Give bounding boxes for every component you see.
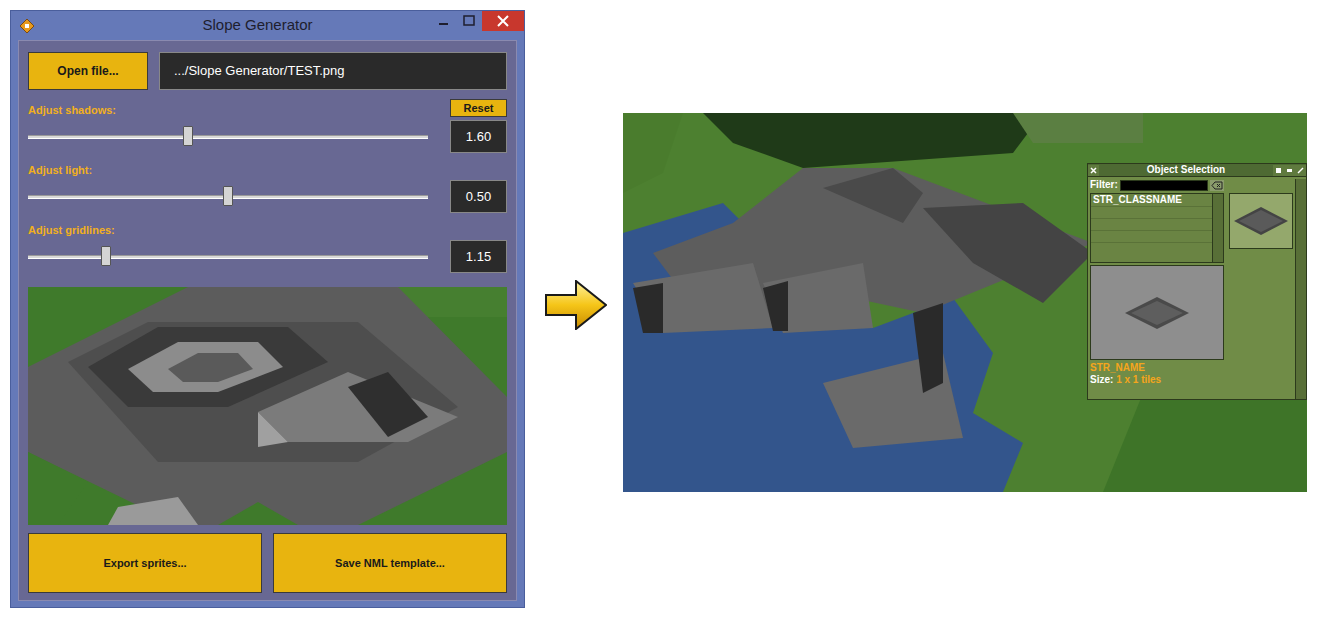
slider-label: Adjust light: xyxy=(28,163,92,177)
slider-thumb[interactable] xyxy=(101,246,111,266)
file-path-field: .../Slope Generator/TEST.png xyxy=(159,52,507,90)
window-title: Object Selection xyxy=(1099,164,1273,176)
maximize-icon[interactable] xyxy=(456,11,482,31)
window-scrollbar[interactable] xyxy=(1295,179,1306,399)
slider-header: Adjust gridlines: xyxy=(28,217,507,237)
object-name: STR_NAME xyxy=(1090,362,1224,374)
preview-image xyxy=(28,287,507,525)
class-list: STR_CLASSNAME xyxy=(1090,193,1224,263)
app-window: Slope Generator Open file... .../Slope Gen… xyxy=(10,10,525,608)
window-title: Slope Generator xyxy=(35,14,430,37)
open-file-button[interactable]: Open file... xyxy=(28,52,148,90)
slider-track[interactable] xyxy=(28,180,428,213)
slider-value: 1.60 xyxy=(450,120,507,153)
window-buttons-icon[interactable] xyxy=(1273,165,1306,176)
slider-track[interactable] xyxy=(28,120,428,153)
close-icon[interactable] xyxy=(1088,165,1099,176)
game-screenshot: Object Selection Filter: STR_CLASSNAME STR_… xyxy=(623,113,1307,492)
action-button[interactable]: Export sprites... xyxy=(28,533,262,593)
slider-value: 1.15 xyxy=(450,240,507,273)
page: Slope Generator Open file... .../Slope Gen… xyxy=(0,0,1317,619)
slider-section: Adjust gridlines: 1.15 xyxy=(28,217,507,273)
class-row[interactable]: STR_CLASSNAME xyxy=(1091,194,1212,207)
tile-icon xyxy=(1125,297,1189,329)
slider-section: Adjust light: 0.50 xyxy=(28,157,507,213)
slider-value: 0.50 xyxy=(450,180,507,213)
list-scrollbar[interactable] xyxy=(1212,194,1223,262)
object-selection-window: Object Selection Filter: STR_CLASSNAME STR_… xyxy=(1087,163,1307,400)
object-preview xyxy=(1090,265,1224,360)
preview-render-icon xyxy=(28,287,507,525)
slider-label: Adjust gridlines: xyxy=(28,223,115,237)
filter-label: Filter: xyxy=(1090,179,1118,191)
client-area: Open file... .../Slope Generator/TEST.png… xyxy=(18,40,517,601)
reset-button[interactable]: Reset xyxy=(450,99,507,117)
slider-thumb[interactable] xyxy=(183,126,193,146)
filter-input[interactable] xyxy=(1120,180,1208,191)
app-icon xyxy=(19,18,35,34)
tile-icon xyxy=(1234,207,1288,235)
slider-header: Adjust light: xyxy=(28,157,507,177)
arrow-icon xyxy=(545,280,607,330)
slider-label: Adjust shadows: xyxy=(28,103,116,117)
slider-header: Adjust shadows: Reset xyxy=(28,97,507,117)
slider-track[interactable] xyxy=(28,240,428,273)
clear-filter-icon[interactable] xyxy=(1210,180,1224,191)
minimize-icon[interactable] xyxy=(430,11,456,31)
action-button[interactable]: Save NML template... xyxy=(273,533,507,593)
close-icon[interactable] xyxy=(482,11,524,31)
title-bar[interactable]: Slope Generator xyxy=(11,11,524,40)
slider-thumb[interactable] xyxy=(223,186,233,206)
tile-preview[interactable] xyxy=(1229,193,1293,249)
slider-section: Adjust shadows: Reset 1.60 xyxy=(28,97,507,153)
object-size: Size: 1 x 1 tiles xyxy=(1090,374,1224,386)
window-titlebar[interactable]: Object Selection xyxy=(1088,164,1306,177)
